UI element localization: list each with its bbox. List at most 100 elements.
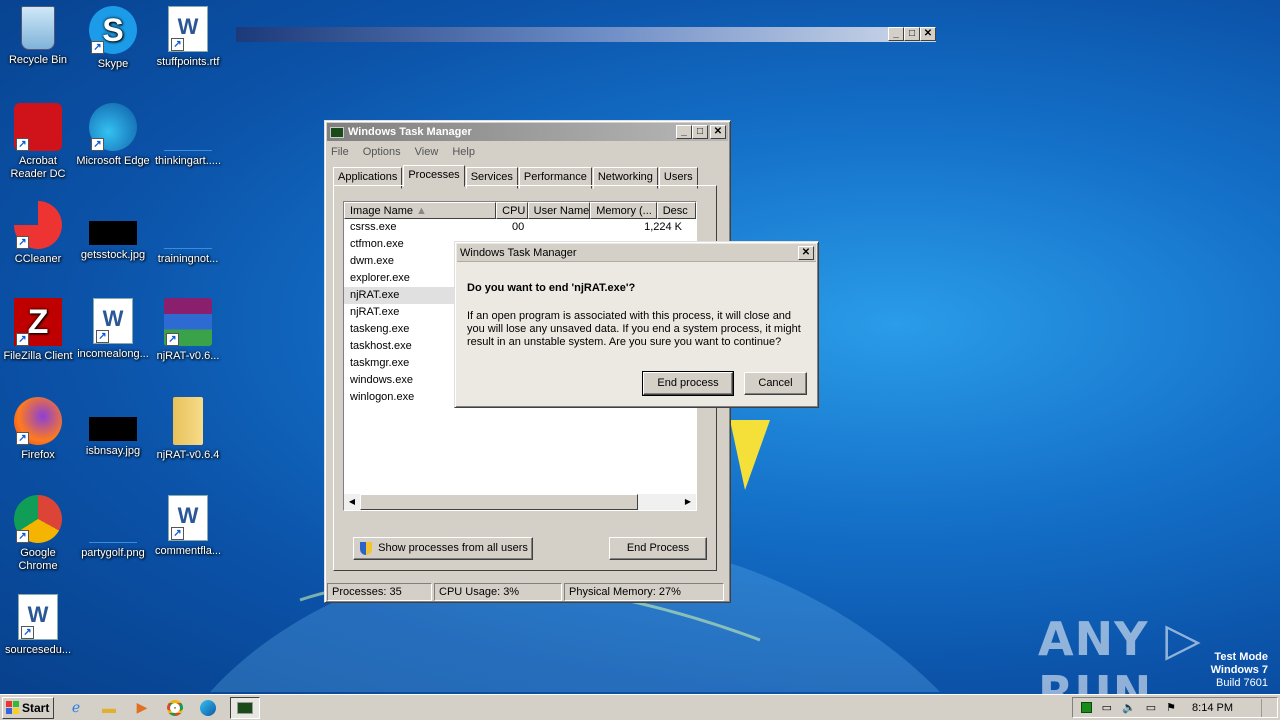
skype-icon: S ↗ (89, 6, 137, 54)
dialog-question: Do you want to end 'njRAT.exe'? (467, 282, 636, 294)
column-cpu[interactable]: CPU (496, 202, 528, 219)
show-all-users-button[interactable]: Show processes from all users (353, 537, 533, 560)
tab-processes[interactable]: Processes (403, 165, 465, 187)
task-manager-title: Windows Task Manager (348, 126, 472, 138)
png-file-icon (89, 519, 137, 543)
process-row[interactable]: csrss.exe 00 1,224 K (344, 219, 696, 236)
desktop-icon[interactable]: njRAT-v0.6.4 (150, 397, 226, 462)
explorer-icon[interactable]: ▬ (98, 697, 120, 719)
winrar-icon: ↗ (164, 298, 212, 346)
desktop-icon[interactable]: Recycle Bin (0, 6, 76, 67)
desktop-icon-label: CCleaner (14, 253, 62, 265)
cancel-button[interactable]: Cancel (744, 372, 807, 395)
desktop-icon-label: sourcesedu... (4, 644, 72, 656)
process-memory: 1,224 K (644, 221, 682, 233)
jpg-file-icon (89, 417, 137, 441)
show-desktop-button[interactable] (1261, 698, 1269, 717)
status-processes: Processes: 35 (327, 583, 432, 601)
desktop-icon[interactable]: ↗ njRAT-v0.6... (150, 298, 226, 363)
confirm-dialog: Windows Task Manager ✕ Do you want to en… (454, 241, 819, 408)
tm-close-button[interactable]: ✕ (710, 125, 726, 139)
dialog-title: Windows Task Manager (460, 246, 577, 259)
clock[interactable]: 8:14 PM (1192, 702, 1233, 714)
edge-icon[interactable] (197, 697, 219, 719)
end-process-button[interactable]: End Process (609, 537, 707, 560)
column-image-name[interactable]: Image Name ▲ (344, 202, 497, 219)
strip-minimize-button[interactable]: _ (888, 27, 904, 41)
strip-close-button[interactable]: ✕ (920, 27, 936, 41)
dialog-titlebar[interactable]: Windows Task Manager ✕ (457, 244, 816, 262)
shortcut-arrow-icon: ↗ (91, 138, 104, 151)
desktop-icon-label: Acrobat Reader DC (10, 155, 66, 180)
minimized-window-strip[interactable]: _ □ ✕ (236, 27, 936, 42)
scroll-left-icon[interactable]: ◀ (344, 494, 360, 510)
media-player-icon[interactable]: ▶ (131, 697, 153, 719)
flag-icon[interactable]: ⚑ (1166, 701, 1176, 714)
scroll-thumb[interactable] (360, 494, 638, 510)
task-manager-taskbar-icon[interactable] (230, 696, 260, 719)
desktop-icon-label: thinkingart..... (154, 155, 222, 167)
desktop-icon[interactable]: trainingnot... (150, 201, 226, 266)
menu-help[interactable]: Help (452, 146, 475, 158)
word-document-icon: W ↗ (168, 6, 208, 52)
strip-maximize-button[interactable]: □ (904, 27, 920, 41)
desktop-icon[interactable]: partygolf.png (75, 495, 151, 560)
network-icon[interactable]: ▭ (1102, 701, 1112, 714)
dialog-message: If an open program is associated with th… (467, 310, 801, 348)
dialog-close-button[interactable]: ✕ (798, 245, 814, 260)
desktop-icon[interactable]: S ↗ Skype (75, 6, 151, 71)
tm-minimize-button[interactable]: _ (676, 125, 692, 139)
shortcut-arrow-icon: ↗ (21, 626, 34, 639)
column-user-name[interactable]: User Name (527, 202, 591, 219)
desktop-icon[interactable]: W ↗ incomealong... (75, 298, 151, 361)
task-manager-titlebar[interactable]: Windows Task Manager _ □ ✕ (327, 123, 728, 141)
desktop-icon[interactable]: ↗ Firefox (0, 397, 76, 462)
desktop-icon-label: stuffpoints.rtf (156, 56, 220, 68)
desktop-icon[interactable]: ↗ Acrobat Reader DC (0, 103, 76, 181)
ie-icon[interactable]: ℯ (65, 697, 87, 719)
start-button[interactable]: Start (2, 696, 54, 719)
column-memory[interactable]: Memory (... (590, 202, 657, 219)
sort-ascending-icon: ▲ (416, 205, 427, 217)
shortcut-arrow-icon: ↗ (16, 138, 29, 151)
desktop-icon[interactable]: ↗ Google Chrome (0, 495, 76, 573)
tm-maximize-button[interactable]: □ (692, 125, 708, 139)
edge-icon: ↗ (89, 103, 137, 151)
volume-icon[interactable]: 🔈 (1122, 701, 1136, 714)
shortcut-arrow-icon: ↗ (96, 330, 109, 343)
acrobat-icon: ↗ (14, 103, 62, 151)
network-status-icon[interactable] (1080, 702, 1092, 713)
taskbar: Start ℯ ▬ ▶ ▭ 🔈 ▭ ⚑ 8:14 PM (0, 694, 1280, 720)
desktop-icon[interactable]: Z ↗ FileZilla Client (0, 298, 76, 363)
desktop-icon[interactable]: thinkingart..... (150, 103, 226, 168)
menu-view[interactable]: View (415, 146, 439, 158)
end-process-confirm-button[interactable]: End process (642, 371, 734, 396)
monitor-icon[interactable]: ▭ (1146, 701, 1156, 714)
process-cpu: 00 (512, 221, 525, 233)
menu-options[interactable]: Options (363, 146, 401, 158)
chrome-icon: ↗ (14, 495, 62, 543)
folder-icon (173, 397, 203, 445)
ccleaner-icon: ↗ (14, 201, 62, 249)
desktop-icon[interactable]: getsstock.jpg (75, 201, 151, 262)
process-name: csrss.exe (350, 221, 397, 233)
desktop-icon-label: njRAT-v0.6... (156, 350, 220, 362)
horizontal-scrollbar[interactable]: ◀ ▶ (344, 494, 696, 510)
shortcut-arrow-icon: ↗ (16, 530, 29, 543)
menu-file[interactable]: File (331, 146, 349, 158)
column-description[interactable]: Desc (656, 202, 696, 219)
desktop-icon[interactable]: ↗ CCleaner (0, 201, 76, 266)
scroll-right-icon[interactable]: ▶ (680, 494, 696, 510)
chrome-icon[interactable] (164, 697, 186, 719)
desktop-icon-label: isbnsay.jpg (85, 445, 141, 457)
watermark-line3: Build 7601 (1216, 677, 1268, 689)
process-list-header: Image Name ▲ CPU User Name Memory (... D… (344, 202, 696, 219)
desktop-icon[interactable]: W ↗ sourcesedu... (0, 594, 76, 657)
jpg-file-icon (89, 221, 137, 245)
desktop-icon[interactable]: ↗ Microsoft Edge (75, 103, 151, 168)
show-all-users-label: Show processes from all users (378, 542, 528, 554)
desktop-icon[interactable]: isbnsay.jpg (75, 397, 151, 458)
desktop-icon-label: Microsoft Edge (76, 155, 150, 167)
desktop-icon[interactable]: W ↗ commentfla... (150, 495, 226, 558)
desktop-icon[interactable]: W ↗ stuffpoints.rtf (150, 6, 226, 69)
